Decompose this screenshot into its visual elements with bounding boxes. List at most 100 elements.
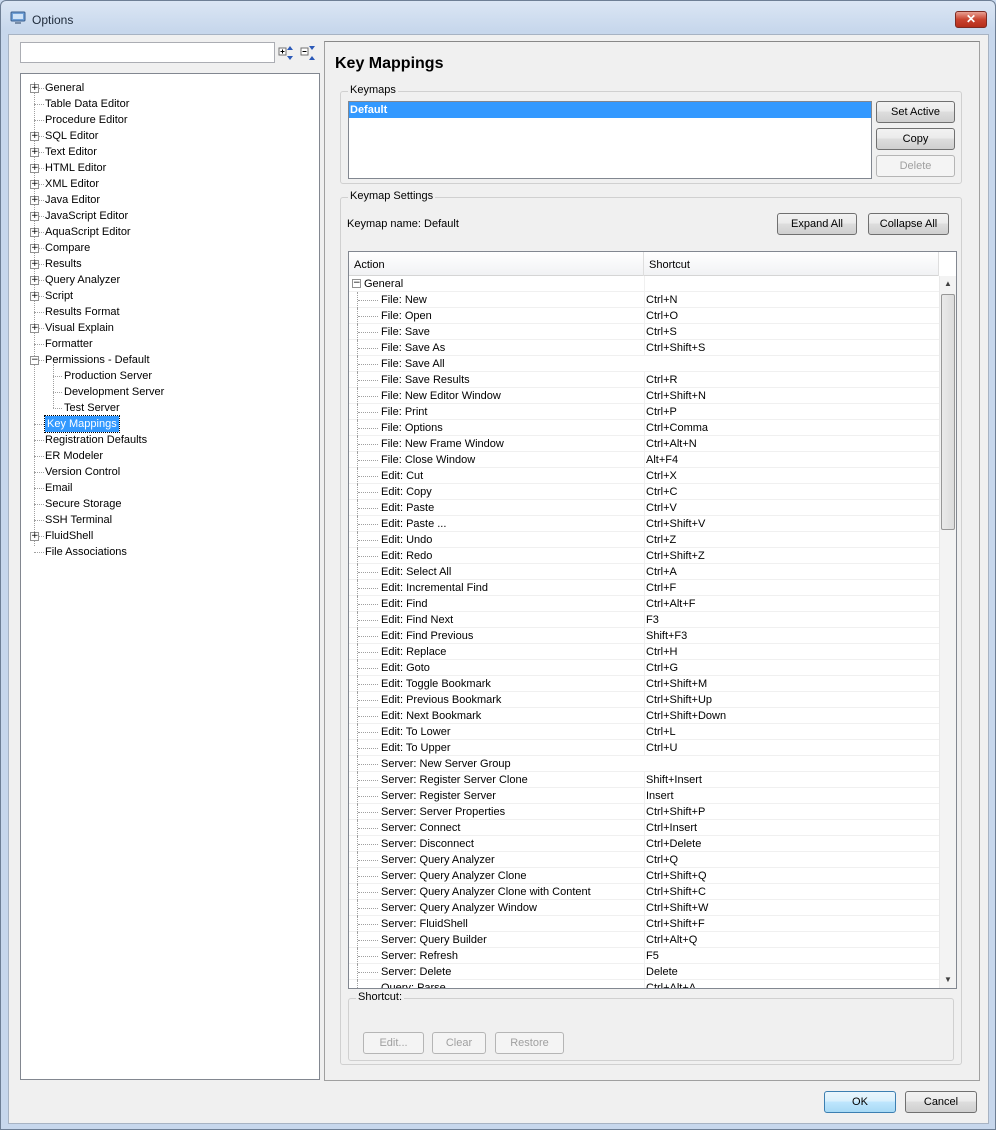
table-row[interactable]: Edit: Select All Ctrl+A	[349, 564, 939, 580]
table-row[interactable]: File: New Editor Window Ctrl+Shift+N	[349, 388, 939, 404]
table-row[interactable]: Edit: Find Next F3	[349, 612, 939, 628]
table-row[interactable]: Server: Register Server Insert	[349, 788, 939, 804]
tree-item-key-mappings[interactable]: Key Mappings	[21, 415, 319, 433]
close-button[interactable]: ✕	[955, 11, 987, 28]
delete-button[interactable]: Delete	[876, 155, 955, 177]
restore-shortcut-button[interactable]: Restore	[495, 1032, 564, 1054]
table-row[interactable]: Server: Disconnect Ctrl+Delete	[349, 836, 939, 852]
table-row[interactable]: Edit: Copy Ctrl+C	[349, 484, 939, 500]
tree-item-test-server[interactable]: Test Server	[21, 400, 319, 416]
table-row[interactable]: File: Print Ctrl+P	[349, 404, 939, 420]
ok-button[interactable]: OK	[824, 1091, 896, 1113]
table-row[interactable]: Edit: Cut Ctrl+X	[349, 468, 939, 484]
table-row[interactable]: Edit: Find Ctrl+Alt+F	[349, 596, 939, 612]
table-row[interactable]: Server: Refresh F5	[349, 948, 939, 964]
tree-item-html-editor[interactable]: + HTML Editor	[21, 160, 319, 176]
table-row[interactable]: File: Save Ctrl+S	[349, 324, 939, 340]
expand-icon[interactable]: +	[30, 276, 39, 285]
table-row[interactable]: Server: Query Analyzer Clone Ctrl+Shift+Q	[349, 868, 939, 884]
table-row[interactable]: Server: Query Analyzer Ctrl+Q	[349, 852, 939, 868]
table-row[interactable]: Edit: Paste ... Ctrl+Shift+V	[349, 516, 939, 532]
expand-icon[interactable]: +	[30, 164, 39, 173]
table-row[interactable]: Edit: Next Bookmark Ctrl+Shift+Down	[349, 708, 939, 724]
tree-item-results-format[interactable]: Results Format	[21, 304, 319, 320]
table-row[interactable]: Edit: Find Previous Shift+F3	[349, 628, 939, 644]
table-scrollbar[interactable]: ▲ ▼	[939, 276, 956, 988]
expand-icon[interactable]: +	[30, 84, 39, 93]
collapse-general-icon[interactable]: −	[352, 279, 361, 288]
expand-icon[interactable]: +	[30, 324, 39, 333]
table-row[interactable]: File: Options Ctrl+Comma	[349, 420, 939, 436]
tree-item-formatter[interactable]: Formatter	[21, 336, 319, 352]
options-search-input[interactable]	[20, 42, 275, 63]
table-row[interactable]: Server: Query Analyzer Window Ctrl+Shift+…	[349, 900, 939, 916]
tree-item-javascript-editor[interactable]: + JavaScript Editor	[21, 208, 319, 224]
expand-icon[interactable]: +	[30, 260, 39, 269]
table-row[interactable]: File: Save As Ctrl+Shift+S	[349, 340, 939, 356]
expand-icon[interactable]: +	[30, 212, 39, 221]
tree-item-visual-explain[interactable]: + Visual Explain	[21, 320, 319, 336]
table-row[interactable]: Edit: Redo Ctrl+Shift+Z	[349, 548, 939, 564]
expand-tree-icon[interactable]	[278, 44, 296, 62]
tree-item-java-editor[interactable]: + Java Editor	[21, 192, 319, 208]
expand-icon[interactable]: +	[30, 228, 39, 237]
table-row[interactable]: Edit: To Upper Ctrl+U	[349, 740, 939, 756]
tree-item-query-analyzer[interactable]: + Query Analyzer	[21, 272, 319, 288]
tree-item-registration-defaults[interactable]: Registration Defaults	[21, 432, 319, 448]
table-row[interactable]: Server: Connect Ctrl+Insert	[349, 820, 939, 836]
tree-item-general[interactable]: + General	[21, 80, 319, 96]
tree-item-compare[interactable]: + Compare	[21, 240, 319, 256]
expand-icon[interactable]: +	[30, 292, 39, 301]
expand-icon[interactable]: +	[30, 196, 39, 205]
tree-item-permissions-default[interactable]: − Permissions - Default	[21, 352, 319, 368]
tree-item-production-server[interactable]: Production Server	[21, 368, 319, 384]
scroll-up-arrow-icon[interactable]: ▲	[940, 276, 956, 292]
table-row[interactable]: Server: Query Analyzer Clone with Conten…	[349, 884, 939, 900]
table-row[interactable]: Query: Parse Ctrl+Alt+A	[349, 980, 939, 988]
table-row[interactable]: Edit: Previous Bookmark Ctrl+Shift+Up	[349, 692, 939, 708]
keymaps-list[interactable]: Default	[348, 101, 872, 179]
collapse-tree-icon[interactable]	[300, 44, 318, 62]
tree-item-development-server[interactable]: Development Server	[21, 384, 319, 400]
table-row[interactable]: Edit: Toggle Bookmark Ctrl+Shift+M	[349, 676, 939, 692]
scrollbar-thumb[interactable]	[941, 294, 955, 530]
tree-item-email[interactable]: Email	[21, 480, 319, 496]
tree-item-aquascript-editor[interactable]: + AquaScript Editor	[21, 224, 319, 240]
tree-item-secure-storage[interactable]: Secure Storage	[21, 496, 319, 512]
table-row[interactable]: File: New Ctrl+N	[349, 292, 939, 308]
table-row[interactable]: Server: Query Builder Ctrl+Alt+Q	[349, 932, 939, 948]
tree-item-table-data-editor[interactable]: Table Data Editor	[21, 96, 319, 112]
set-active-button[interactable]: Set Active	[876, 101, 955, 123]
edit-shortcut-button[interactable]: Edit...	[363, 1032, 424, 1054]
table-row[interactable]: Edit: Replace Ctrl+H	[349, 644, 939, 660]
expand-icon[interactable]: +	[30, 148, 39, 157]
tree-item-version-control[interactable]: Version Control	[21, 464, 319, 480]
table-row-group-general[interactable]: − General	[349, 276, 939, 292]
cancel-button[interactable]: Cancel	[905, 1091, 977, 1113]
table-row[interactable]: File: Close Window Alt+F4	[349, 452, 939, 468]
collapse-all-button[interactable]: Collapse All	[868, 213, 949, 235]
collapse-icon[interactable]: −	[30, 356, 39, 365]
keymap-item-default[interactable]: Default	[349, 102, 871, 118]
tree-item-script[interactable]: + Script	[21, 288, 319, 304]
options-tree[interactable]: + General Table Data Editor Procedure Edito…	[20, 73, 320, 1080]
table-row[interactable]: Server: New Server Group	[349, 756, 939, 772]
tree-item-xml-editor[interactable]: + XML Editor	[21, 176, 319, 192]
table-row[interactable]: Server: Register Server Clone Shift+Inser…	[349, 772, 939, 788]
tree-item-results[interactable]: + Results	[21, 256, 319, 272]
key-mappings-table[interactable]: Action Shortcut − General File: New Ctrl+…	[348, 251, 957, 989]
expand-icon[interactable]: +	[30, 180, 39, 189]
table-row[interactable]: Server: Delete Delete	[349, 964, 939, 980]
table-row[interactable]: Edit: Undo Ctrl+Z	[349, 532, 939, 548]
tree-item-file-associations[interactable]: File Associations	[21, 544, 319, 560]
table-row[interactable]: Edit: Goto Ctrl+G	[349, 660, 939, 676]
tree-item-fluidshell[interactable]: + FluidShell	[21, 528, 319, 544]
table-row[interactable]: Edit: To Lower Ctrl+L	[349, 724, 939, 740]
table-row[interactable]: Edit: Incremental Find Ctrl+F	[349, 580, 939, 596]
tree-item-ssh-terminal[interactable]: SSH Terminal	[21, 512, 319, 528]
tree-item-procedure-editor[interactable]: Procedure Editor	[21, 112, 319, 128]
table-row[interactable]: Server: Server Properties Ctrl+Shift+P	[349, 804, 939, 820]
column-header-shortcut[interactable]: Shortcut	[644, 252, 939, 276]
copy-button[interactable]: Copy	[876, 128, 955, 150]
table-row[interactable]: File: Save All	[349, 356, 939, 372]
